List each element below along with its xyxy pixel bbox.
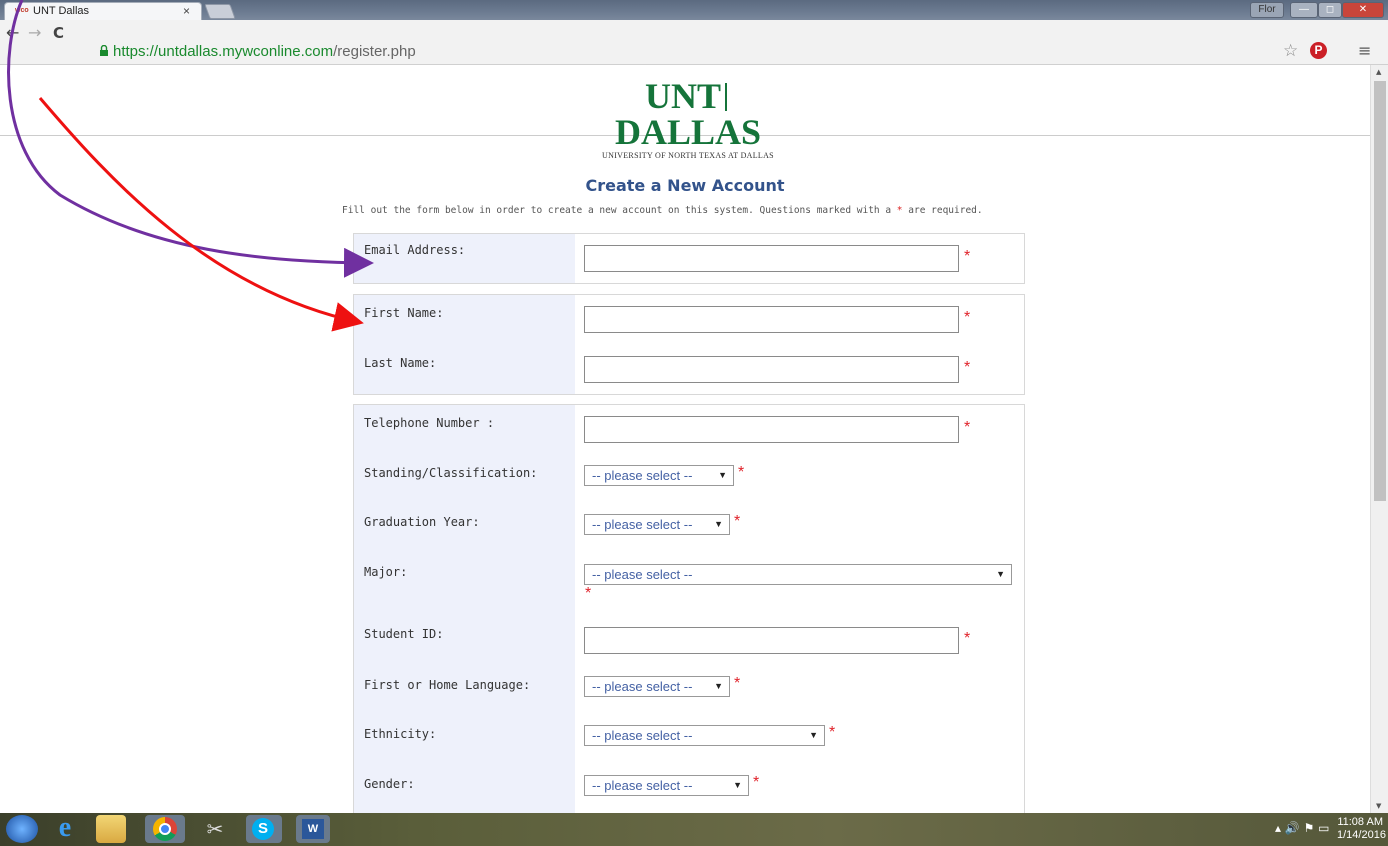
system-tray-icons[interactable]: ▴ 🔊 ⚑ ▭ xyxy=(1275,821,1330,835)
word-taskbar-icon[interactable]: W xyxy=(296,815,330,843)
annotation-arrows xyxy=(7,0,374,332)
internet-explorer-icon[interactable]: e xyxy=(50,814,80,843)
purple-arrow xyxy=(7,0,374,278)
snipping-tool-icon[interactable]: ✂ xyxy=(200,815,230,843)
skype-taskbar-icon[interactable]: S xyxy=(246,815,282,843)
taskbar-clock[interactable]: 11:08 AM 1/14/2016 xyxy=(1337,816,1386,842)
windows-taskbar: e ✂ S W ▴ 🔊 ⚑ ▭ 11:08 AM 1/14/2016 xyxy=(0,813,1388,846)
file-explorer-icon[interactable] xyxy=(96,815,126,843)
clock-time: 11:08 AM xyxy=(1337,816,1383,828)
start-button-icon[interactable] xyxy=(6,815,38,843)
clock-date: 1/14/2016 xyxy=(1337,829,1386,841)
chrome-taskbar-icon[interactable] xyxy=(145,815,185,843)
